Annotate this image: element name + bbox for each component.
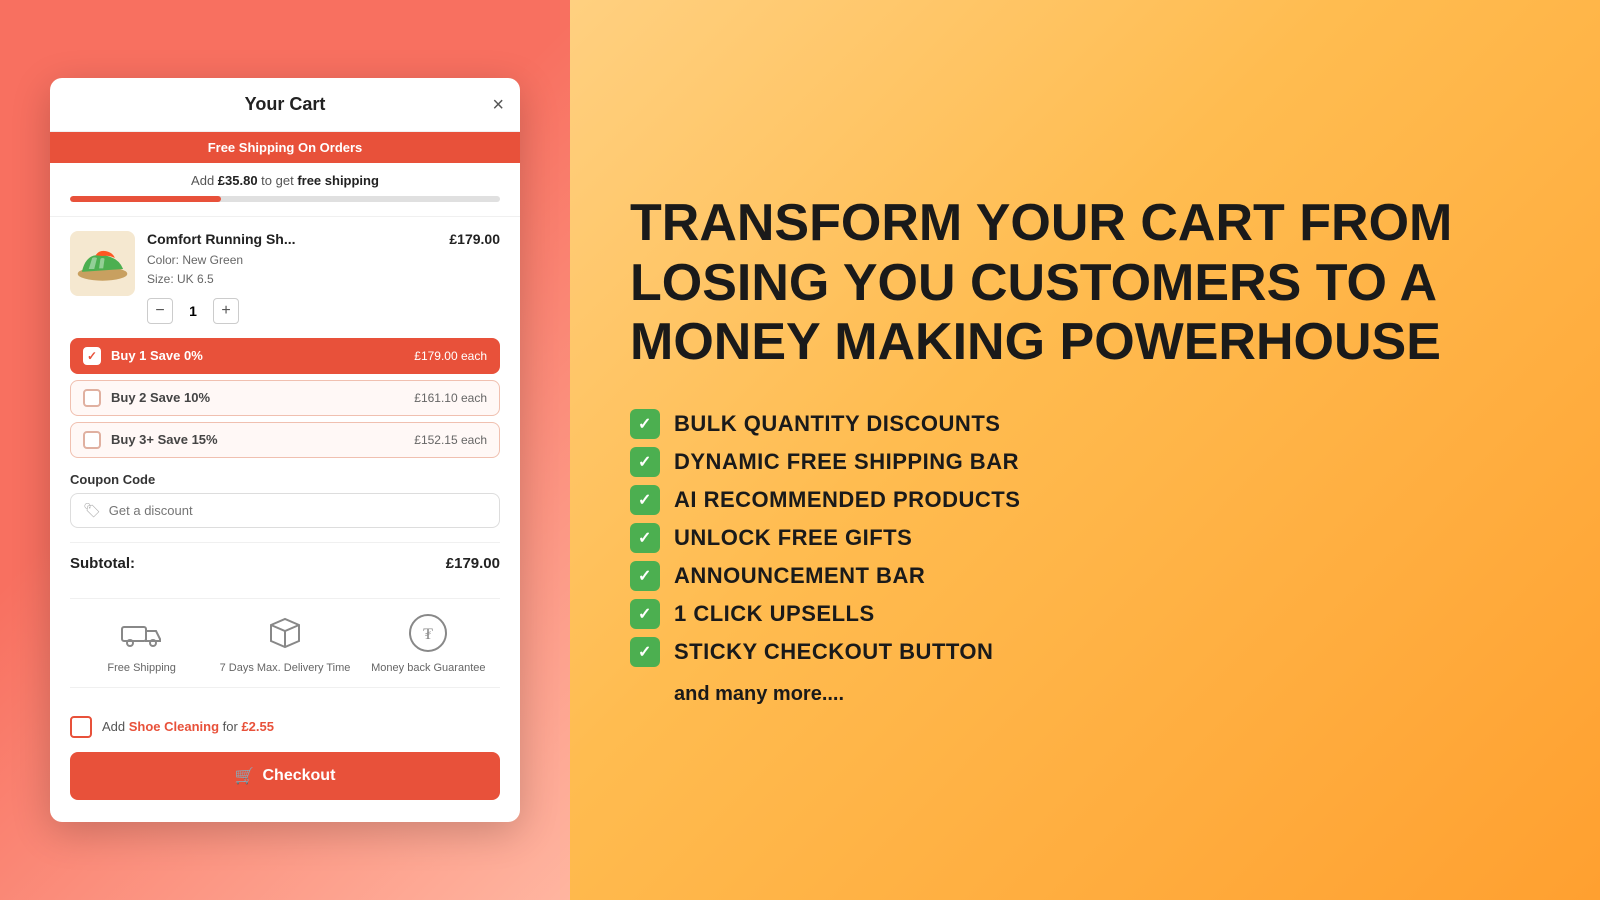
bulk-checkbox-1: ✓: [83, 347, 101, 365]
feature-item-6: ✓ 1 CLICK UPSELLS: [630, 599, 1540, 629]
bulk-price-2: £161.10 each: [414, 391, 487, 405]
qty-decrease-button[interactable]: −: [147, 298, 173, 324]
progress-suffix: to get: [258, 173, 298, 188]
trust-label-shipping: Free Shipping: [107, 661, 176, 675]
feature-label-1: BULK QUANTITY DISCOUNTS: [674, 411, 1000, 437]
feature-label-5: ANNOUNCEMENT BAR: [674, 563, 925, 589]
svg-text:₮: ₮: [423, 626, 433, 643]
free-shipping-banner: Free Shipping On Orders: [50, 132, 520, 163]
bulk-price-1: £179.00 each: [414, 349, 487, 363]
check-icon-7: ✓: [630, 637, 660, 667]
qty-value: 1: [183, 303, 203, 319]
subtotal-value: £179.00: [446, 555, 500, 572]
shoe-icon: [75, 241, 130, 286]
feature-label-4: UNLOCK FREE GIFTS: [674, 525, 912, 551]
feature-item-2: ✓ DYNAMIC FREE SHIPPING BAR: [630, 447, 1540, 477]
feature-item-5: ✓ ANNOUNCEMENT BAR: [630, 561, 1540, 591]
progress-bar-track: [70, 196, 500, 202]
addon-text: Add Shoe Cleaning for £2.55: [102, 719, 274, 734]
bulk-label-2: Buy 2 Save 10%: [111, 390, 404, 405]
box-icon: [263, 611, 307, 655]
addon-row: Add Shoe Cleaning for £2.55: [70, 716, 500, 738]
feature-label-2: DYNAMIC FREE SHIPPING BAR: [674, 449, 1019, 475]
bulk-checkbox-2: [83, 389, 101, 407]
guarantee-icon: ₮: [406, 611, 450, 655]
hero-title: TRANSFORM YOUR CART FROM LOSING YOU CUST…: [630, 194, 1540, 373]
feature-item-7: ✓ STICKY CHECKOUT BUTTON: [630, 637, 1540, 667]
shipping-progress-text: Add £35.80 to get free shipping: [70, 173, 500, 188]
features-list: ✓ BULK QUANTITY DISCOUNTS ✓ DYNAMIC FREE…: [630, 409, 1540, 667]
cart-item-price: £179.00: [449, 231, 500, 247]
addon-product: Shoe Cleaning: [129, 719, 219, 734]
cart-item-details: Comfort Running Sh... £179.00 Color: New…: [147, 231, 500, 323]
feature-item-3: ✓ AI RECOMMENDED PRODUCTS: [630, 485, 1540, 515]
trust-badge-moneyback: ₮ Money back Guarantee: [357, 611, 500, 675]
cart-item-color: Color: New Green: [147, 251, 500, 270]
feature-label-7: STICKY CHECKOUT BUTTON: [674, 639, 993, 665]
cart-item-image: [70, 231, 135, 296]
check-icon-5: ✓: [630, 561, 660, 591]
coupon-section: Coupon Code 🏷: [70, 472, 500, 528]
coupon-input[interactable]: [109, 503, 487, 518]
left-panel: Your Cart × Free Shipping On Orders Add …: [0, 0, 570, 900]
cart-item: Comfort Running Sh... £179.00 Color: New…: [70, 231, 500, 323]
subtotal-label: Subtotal:: [70, 555, 135, 572]
coupon-icon: 🏷: [83, 502, 101, 519]
addon-checkbox[interactable]: [70, 716, 92, 738]
progress-bar-fill: [70, 196, 221, 202]
cart-body: Comfort Running Sh... £179.00 Color: New…: [50, 217, 520, 716]
qty-increase-button[interactable]: +: [213, 298, 239, 324]
trust-badge-delivery: 7 Days Max. Delivery Time: [213, 611, 356, 675]
feature-item-4: ✓ UNLOCK FREE GIFTS: [630, 523, 1540, 553]
coupon-input-wrap: 🏷: [70, 493, 500, 528]
bulk-option-3[interactable]: Buy 3+ Save 15% £152.15 each: [70, 422, 500, 458]
checkout-button[interactable]: 🛒 Checkout: [70, 752, 500, 800]
bulk-label-3: Buy 3+ Save 15%: [111, 432, 404, 447]
cart-item-size: Size: UK 6.5: [147, 270, 500, 289]
addon-price: £2.55: [241, 719, 274, 734]
check-icon-1: ✓: [630, 409, 660, 439]
trust-label-delivery: 7 Days Max. Delivery Time: [220, 661, 351, 675]
checkout-label: Checkout: [263, 767, 336, 785]
trust-label-moneyback: Money back Guarantee: [371, 661, 485, 675]
check-icon-4: ✓: [630, 523, 660, 553]
coupon-label: Coupon Code: [70, 472, 500, 487]
cart-modal: Your Cart × Free Shipping On Orders Add …: [50, 78, 520, 822]
bulk-label-1: Buy 1 Save 0%: [111, 348, 404, 363]
qty-controls: − 1 +: [147, 298, 500, 324]
trust-badges: Free Shipping 7 Days Max. Delivery Time: [70, 598, 500, 688]
subtotal-row: Subtotal: £179.00: [70, 542, 500, 584]
progress-prefix: Add: [191, 173, 218, 188]
close-button[interactable]: ×: [492, 95, 504, 115]
check-icon-2: ✓: [630, 447, 660, 477]
truck-icon: [120, 611, 164, 655]
right-panel: TRANSFORM YOUR CART FROM LOSING YOU CUST…: [570, 0, 1600, 900]
feature-label-3: AI RECOMMENDED PRODUCTS: [674, 487, 1020, 513]
cart-title: Your Cart: [245, 94, 326, 115]
progress-amount: £35.80: [218, 173, 258, 188]
feature-item-1: ✓ BULK QUANTITY DISCOUNTS: [630, 409, 1540, 439]
bulk-option-2[interactable]: Buy 2 Save 10% £161.10 each: [70, 380, 500, 416]
feature-label-6: 1 CLICK UPSELLS: [674, 601, 875, 627]
trust-badge-shipping: Free Shipping: [70, 611, 213, 675]
cart-item-name: Comfort Running Sh...: [147, 231, 296, 247]
check-icon-3: ✓: [630, 485, 660, 515]
cart-footer: Add Shoe Cleaning for £2.55 🛒 Checkout: [50, 716, 520, 822]
bulk-price-3: £152.15 each: [414, 433, 487, 447]
progress-free: free shipping: [297, 173, 379, 188]
check-icon-6: ✓: [630, 599, 660, 629]
cart-header: Your Cart ×: [50, 78, 520, 132]
bulk-options: ✓ Buy 1 Save 0% £179.00 each Buy 2 Save …: [70, 338, 500, 458]
and-more-text: and many more....: [630, 683, 1540, 706]
cart-item-attrs: Color: New Green Size: UK 6.5: [147, 251, 500, 289]
shipping-progress: Add £35.80 to get free shipping: [50, 163, 520, 217]
bulk-checkbox-3: [83, 431, 101, 449]
checkout-icon: 🛒: [235, 766, 255, 786]
bulk-option-1[interactable]: ✓ Buy 1 Save 0% £179.00 each: [70, 338, 500, 374]
